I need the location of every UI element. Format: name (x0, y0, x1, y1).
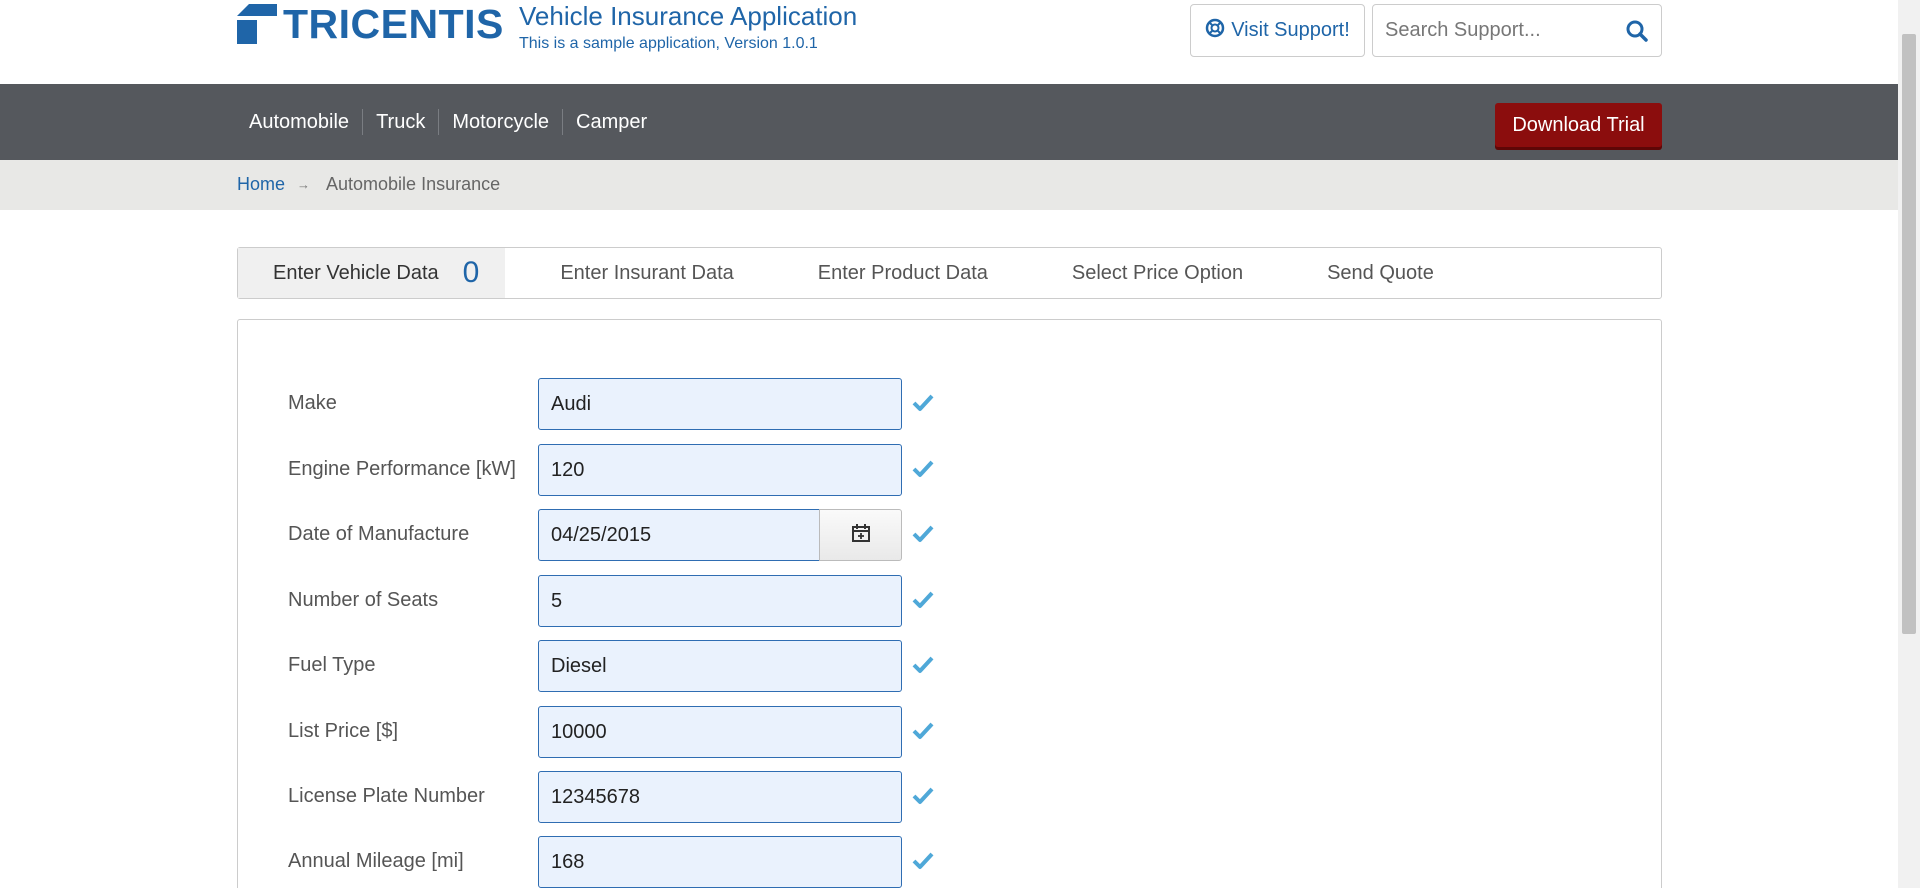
header: TRICENTIS Vehicle Insurance Application … (0, 0, 1898, 84)
form-row-license-plate-number: License Plate Number (288, 771, 988, 823)
tab-enter-vehicle-data[interactable]: Enter Vehicle Data 0 (238, 248, 506, 298)
number-of-seats-label: Number of Seats (288, 589, 439, 611)
calendar-icon (851, 523, 871, 548)
tricentis-logo[interactable]: TRICENTIS (237, 1, 504, 47)
form-row-make: Make (288, 378, 988, 430)
calendar-button[interactable] (819, 509, 902, 561)
tab-label: Enter Vehicle Data (273, 261, 439, 284)
page-scrollbar[interactable] (1898, 0, 1920, 888)
checkmark-icon (912, 722, 934, 745)
number-of-seats-field[interactable] (538, 575, 902, 627)
list-price-label: List Price [$] (288, 720, 399, 742)
checkmark-icon (912, 787, 934, 810)
checkmark-icon (912, 394, 934, 417)
search-support-box (1372, 4, 1662, 57)
page: TRICENTIS Vehicle Insurance Application … (0, 0, 1920, 888)
fuel-type-field[interactable] (538, 640, 902, 692)
breadcrumb-arrow-icon: → (297, 177, 311, 192)
search-icon[interactable] (1625, 19, 1649, 48)
breadcrumb-home-link[interactable]: Home (237, 174, 285, 195)
make-field[interactable] (538, 378, 902, 430)
checkmark-icon (912, 525, 934, 548)
license-plate-number-label: License Plate Number (288, 785, 485, 807)
tab-enter-insurant-data[interactable]: Enter Insurant Data (505, 248, 775, 298)
logo-mark-icon (237, 4, 277, 44)
annual-mileage-label: Annual Mileage [mi] (288, 850, 464, 872)
lifebuoy-icon (1205, 18, 1231, 44)
search-support-input[interactable] (1373, 18, 1617, 43)
annual-mileage-field[interactable] (538, 836, 902, 888)
engine-performance-field[interactable] (538, 444, 902, 496)
breadcrumb-items: Home → Automobile Insurance (237, 174, 500, 195)
form-row-annual-mileage: Annual Mileage [mi] (288, 836, 988, 888)
scrollbar-thumb[interactable] (1902, 34, 1916, 634)
tab-error-count: 0 (462, 256, 480, 289)
nav-item-truck[interactable]: Truck (362, 109, 438, 135)
download-trial-button[interactable]: Download Trial (1495, 103, 1662, 147)
form-row-number-of-seats: Number of Seats (288, 575, 988, 627)
wizard-tabs: Enter Vehicle Data 0 Enter Insurant Data… (237, 247, 1662, 299)
visit-support-button[interactable]: Visit Support! (1190, 4, 1365, 57)
form-row-list-price: List Price [$] (288, 706, 988, 758)
form-row-fuel-type: Fuel Type (288, 640, 988, 692)
tab-send-quote[interactable]: Send Quote (1285, 248, 1476, 298)
tab-select-price-option[interactable]: Select Price Option (1030, 248, 1285, 298)
checkmark-icon (912, 591, 934, 614)
app-subtitle: This is a sample application, Version 1.… (519, 35, 818, 52)
date-of-manufacture-label: Date of Manufacture (288, 523, 470, 545)
nav-item-motorcycle[interactable]: Motorcycle (438, 109, 562, 135)
form-row-date-of-manufacture: Date of Manufacture (288, 509, 988, 561)
nav-item-camper[interactable]: Camper (562, 109, 660, 135)
tab-enter-product-data[interactable]: Enter Product Data (776, 248, 1030, 298)
date-of-manufacture-field[interactable] (538, 509, 820, 561)
checkmark-icon (912, 460, 934, 483)
engine-performance-label: Engine Performance [kW] (288, 458, 516, 480)
license-plate-number-field[interactable] (538, 771, 902, 823)
nav-item-automobile[interactable]: Automobile (237, 109, 362, 135)
fuel-type-label: Fuel Type (288, 654, 376, 676)
list-price-field[interactable] (538, 706, 902, 758)
visit-support-label: Visit Support! (1231, 19, 1350, 41)
breadcrumb-current: Automobile Insurance (326, 174, 501, 194)
app-title: Vehicle Insurance Application (519, 1, 858, 31)
nav-items: Automobile Truck Motorcycle Camper (237, 84, 660, 160)
checkmark-icon (912, 656, 934, 679)
breadcrumb: Home → Automobile Insurance (0, 160, 1898, 210)
make-label: Make (288, 392, 337, 414)
logo-text: TRICENTIS (283, 1, 504, 47)
checkmark-icon (912, 852, 934, 875)
form-row-engine-performance: Engine Performance [kW] (288, 444, 988, 496)
